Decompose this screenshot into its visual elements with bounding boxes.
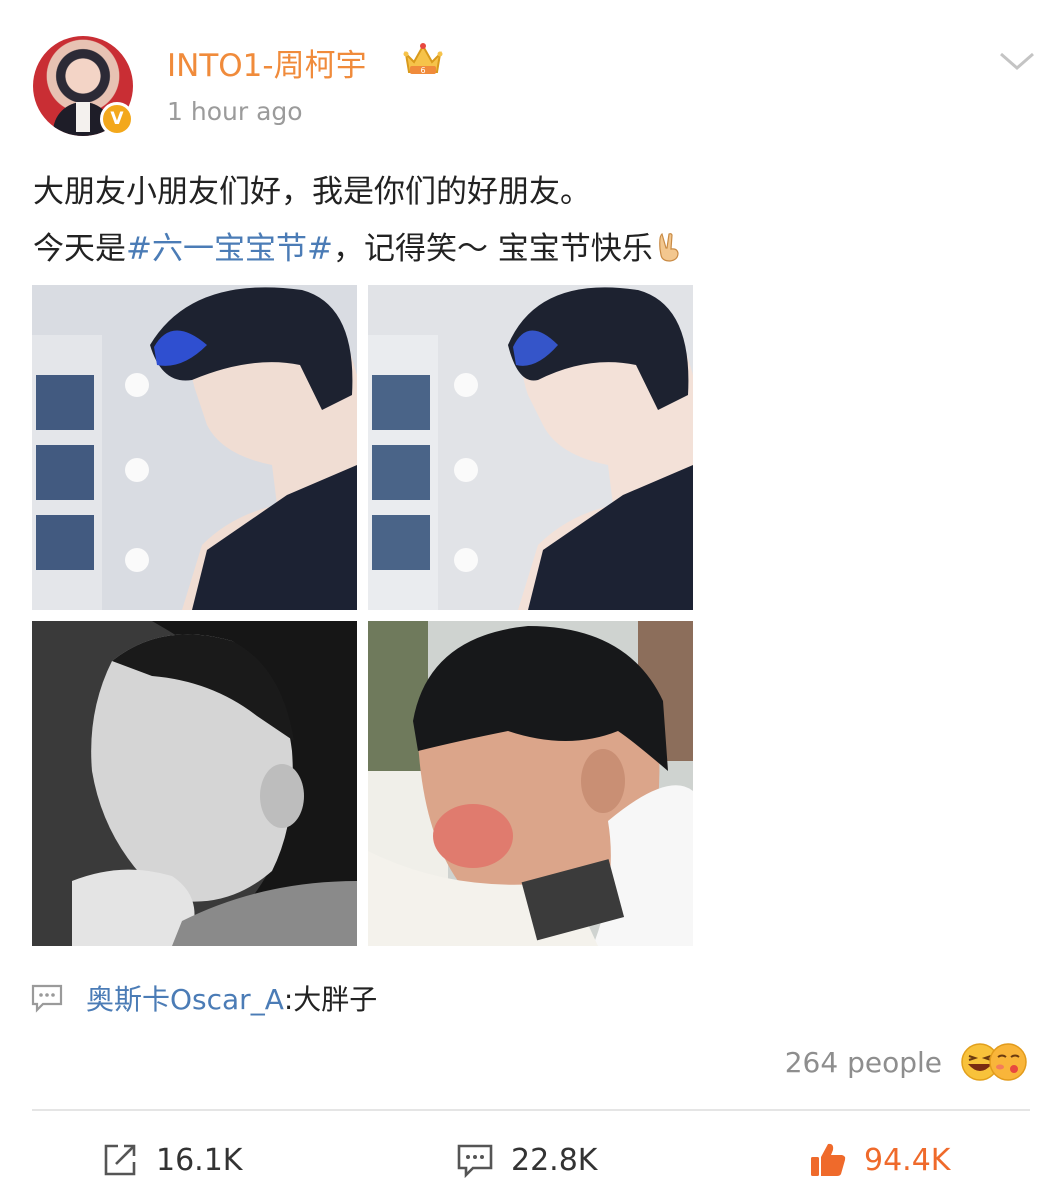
photo-grid [32, 285, 694, 947]
portrait-photo-icon [32, 285, 357, 610]
photo-3[interactable] [32, 621, 357, 946]
avatar-shirt [76, 102, 90, 132]
comment-count: 22.8K [511, 1142, 598, 1178]
chevron-down-icon[interactable] [997, 46, 1037, 76]
like-button[interactable]: 94.4K [808, 1138, 950, 1182]
hashtag-link[interactable]: #六一宝宝节# [126, 231, 333, 267]
comment-text: :大胖子 [283, 983, 378, 1016]
comment-preview[interactable]: 奥斯卡Oscar_A :大胖子 [30, 978, 630, 1018]
repost-count: 16.1K [156, 1142, 243, 1178]
comment-icon [457, 1144, 493, 1179]
comment-button[interactable]: 22.8K [455, 1138, 597, 1182]
post-text-suffix: ，记得笑～ 宝宝节快乐 [332, 231, 653, 267]
post-header: V INTO1-周柯宇 6 1 hour ago [0, 0, 1061, 150]
crown-icon: 6 [403, 43, 443, 75]
comment-username[interactable]: 奥斯卡Oscar_A [86, 978, 284, 1018]
kissing-emoji-icon [989, 1043, 1027, 1081]
post-text-line-1: 大朋友小朋友们好，我是你们的好朋友。 [33, 174, 591, 210]
username[interactable]: INTO1-周柯宇 [167, 40, 367, 85]
post-text-line-2: 今天是#六一宝宝节#，记得笑～ 宝宝节快乐 [33, 221, 1023, 278]
reactions-summary[interactable]: 264 people [785, 1038, 1028, 1086]
portrait-photo-icon [368, 285, 693, 610]
child-photo-icon [368, 621, 693, 946]
photo-2[interactable] [368, 285, 693, 610]
post-text-prefix: 今天是 [33, 231, 126, 267]
reactions-count: 264 people [784, 1045, 942, 1079]
thumbs-up-icon [811, 1143, 846, 1176]
victory-hand-icon [658, 233, 679, 262]
verified-badge-icon: V [100, 102, 134, 136]
photo-1[interactable] [32, 285, 357, 610]
photo-4[interactable] [368, 621, 693, 946]
like-count: 94.4K [864, 1142, 951, 1178]
child-photo-icon [32, 621, 357, 946]
post-timestamp: 1 hour ago [167, 97, 303, 126]
repost-button[interactable]: 16.1K [100, 1138, 242, 1182]
svg-text:6: 6 [420, 66, 425, 75]
repost-icon [104, 1144, 136, 1176]
post-text: 大朋友小朋友们好，我是你们的好朋友。 今天是#六一宝宝节#，记得笑～ 宝宝节快乐 [33, 164, 1023, 278]
comment-icon [31, 984, 63, 1013]
divider [32, 1109, 1030, 1111]
